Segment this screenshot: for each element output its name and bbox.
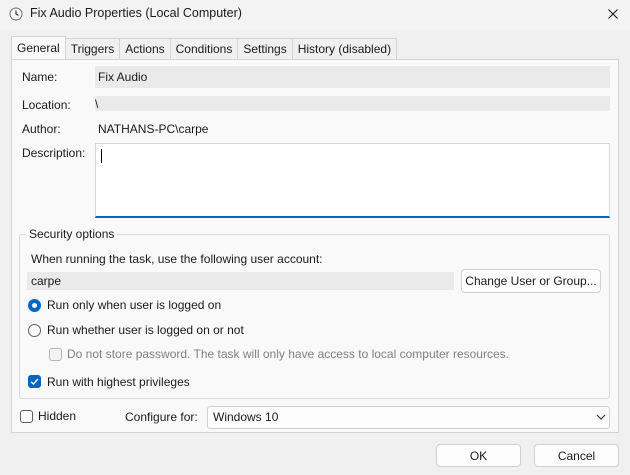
name-field[interactable] <box>95 66 610 88</box>
user-account-field <box>27 272 454 290</box>
description-label: Description: <box>22 146 86 160</box>
highest-privileges-label[interactable]: Run with highest privileges <box>47 375 190 389</box>
tab-history[interactable]: History (disabled) <box>291 38 398 59</box>
location-value: \ <box>95 97 99 111</box>
do-not-store-password-label: Do not store password. The task will onl… <box>67 347 509 361</box>
run-whether-radio[interactable] <box>28 324 41 337</box>
author-value: NATHANS-PC\carpe <box>98 122 209 136</box>
configure-for-value: Windows 10 <box>213 410 279 424</box>
security-options-title: Security options <box>26 227 118 241</box>
hidden-checkbox[interactable] <box>20 410 33 423</box>
close-icon <box>608 9 618 19</box>
run-logged-on-radio[interactable] <box>28 299 41 312</box>
tab-strip: General Triggers Actions Conditions Sett… <box>11 36 398 60</box>
cancel-button[interactable]: Cancel <box>534 444 619 467</box>
author-label: Author: <box>22 122 61 136</box>
user-account-prompt: When running the task, use the following… <box>31 252 323 266</box>
name-label: Name: <box>22 70 58 84</box>
configure-for-label: Configure for: <box>125 410 198 424</box>
user-account-value: carpe <box>31 274 62 288</box>
text-caret <box>101 149 102 163</box>
do-not-store-password-checkbox[interactable] <box>49 348 62 361</box>
run-whether-label[interactable]: Run whether user is logged on or not <box>47 323 244 337</box>
task-scheduler-clock-icon <box>9 7 23 21</box>
checkmark-icon <box>30 378 39 385</box>
tab-settings[interactable]: Settings <box>237 38 293 59</box>
name-value: Fix Audio <box>98 70 148 84</box>
run-logged-on-label[interactable]: Run only when user is logged on <box>47 298 221 312</box>
hidden-label[interactable]: Hidden <box>38 409 76 423</box>
description-input[interactable] <box>95 143 610 218</box>
tab-triggers[interactable]: Triggers <box>64 38 121 59</box>
location-field[interactable] <box>95 96 610 111</box>
highest-privileges-checkbox[interactable] <box>28 375 41 388</box>
tab-conditions[interactable]: Conditions <box>169 38 239 59</box>
chevron-down-icon <box>596 414 606 420</box>
window-title: Fix Audio Properties (Local Computer) <box>30 6 242 20</box>
tab-general[interactable]: General <box>11 36 66 59</box>
configure-for-select[interactable]: Windows 10 <box>207 406 610 429</box>
location-label: Location: <box>22 98 71 112</box>
tab-actions[interactable]: Actions <box>119 38 171 59</box>
close-button[interactable] <box>598 2 628 26</box>
change-user-button[interactable]: Change User or Group... <box>461 269 601 293</box>
ok-button[interactable]: OK <box>436 444 521 467</box>
